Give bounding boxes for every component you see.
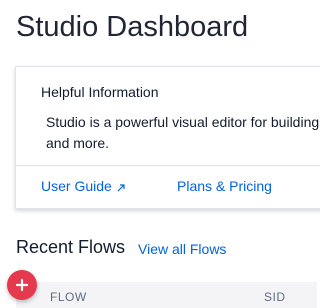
column-header-sid[interactable]: SID: [264, 290, 286, 304]
recent-flows-heading: Recent Flows: [16, 237, 126, 257]
flows-table-header: FLOW SID: [16, 282, 317, 308]
plans-pricing-link[interactable]: Plans & Pricing: [177, 178, 272, 194]
external-link-icon: [117, 184, 125, 192]
card-description: Studio is a powerful visual editor for b…: [46, 114, 320, 151]
user-guide-label: User Guide: [41, 178, 112, 194]
plus-icon: [15, 278, 29, 292]
user-guide-link[interactable]: User Guide: [41, 178, 125, 194]
view-all-flows-link[interactable]: View all Flows: [138, 241, 226, 257]
page-title: Studio Dashboard: [16, 11, 249, 43]
column-header-flow[interactable]: FLOW: [50, 290, 87, 304]
helpful-information-card: Helpful Information Studio is a powerful…: [15, 66, 320, 209]
card-title: Helpful Information: [41, 84, 159, 100]
plans-pricing-label: Plans & Pricing: [177, 178, 272, 194]
card-divider: [16, 165, 320, 166]
add-flow-button[interactable]: [7, 270, 37, 300]
